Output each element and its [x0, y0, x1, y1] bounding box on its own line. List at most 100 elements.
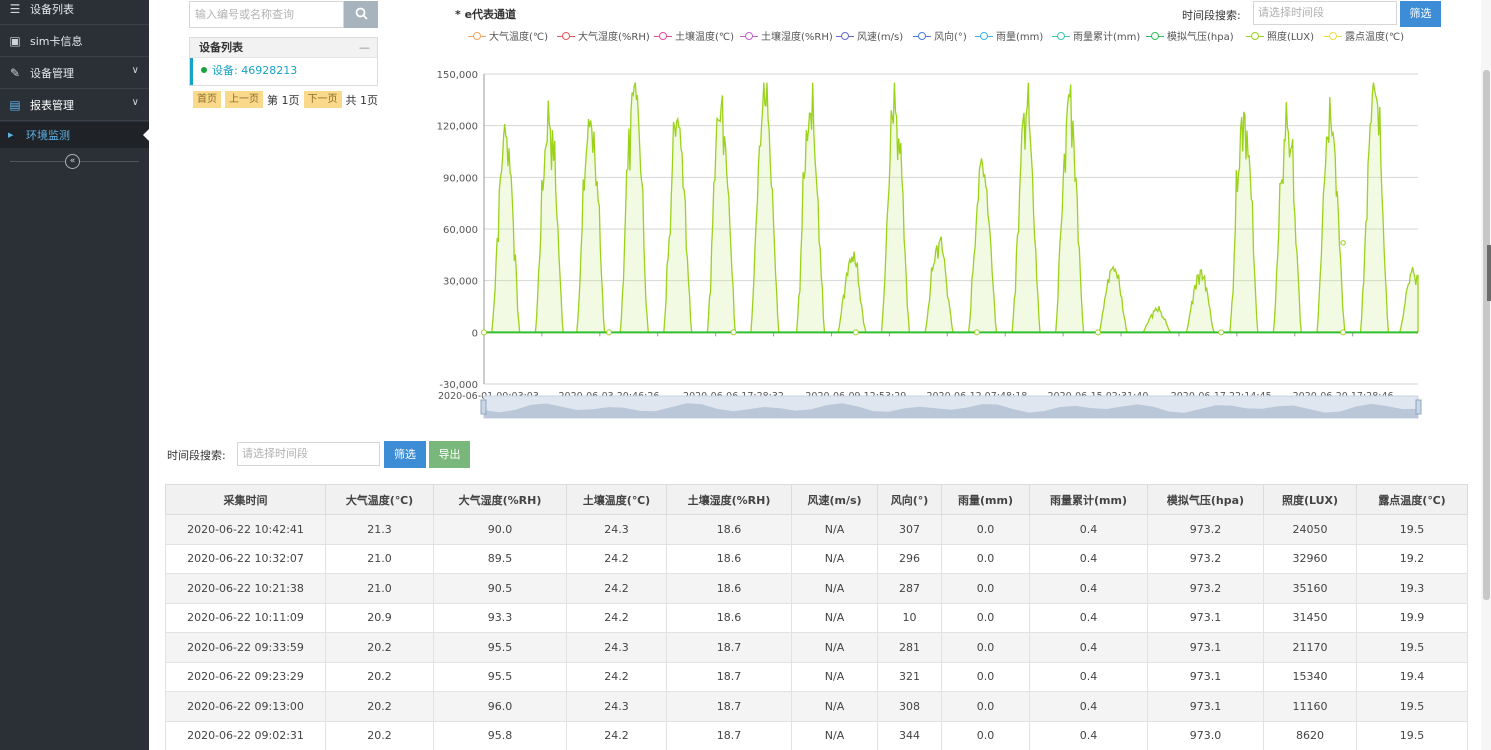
table-cell: 18.6 — [666, 573, 792, 604]
table-cell: 24.2 — [566, 602, 667, 633]
y-tick-label: 120,000 — [437, 122, 478, 133]
zoom-handle-right[interactable] — [1415, 399, 1422, 415]
table-time-label: 时间段搜索: — [167, 449, 226, 462]
table-row: 2020-06-22 09:33:59 20.2 95.5 24.3 18.7 N/A 28… — [165, 632, 1468, 663]
table-cell: 21.3 — [325, 514, 434, 545]
table-cell: 0.0 — [941, 602, 1030, 633]
table-cell: 24.3 — [566, 691, 667, 722]
search-icon — [355, 7, 368, 20]
table-cell: 2020-06-22 10:42:41 — [165, 514, 326, 545]
table-cell: N/A — [791, 691, 878, 722]
page-scrollbar[interactable] — [1481, 0, 1491, 750]
legend-marker-icon — [836, 31, 854, 41]
table-cell: 20.2 — [325, 661, 434, 692]
sidebar-item-report-management[interactable]: ▤ 报表管理 ∨ — [0, 89, 149, 121]
minimize-icon[interactable]: — — [359, 38, 370, 58]
zoom-handle-left[interactable] — [480, 399, 487, 415]
sidebar-item-device-list[interactable]: ☰ 设备列表 — [0, 0, 149, 25]
chart-time-range-input[interactable]: 请选择时间段 — [1253, 1, 1397, 25]
search-button[interactable] — [344, 1, 378, 28]
table-cell: 18.7 — [666, 632, 792, 663]
data-point-marker — [1340, 240, 1346, 246]
legend-item[interactable]: 大气温度(℃) — [468, 28, 548, 43]
table-cell: 2020-06-22 09:33:59 — [165, 632, 326, 663]
legend-item[interactable]: 雨量(mm) — [975, 28, 1043, 43]
table-cell: 321 — [877, 661, 942, 692]
table-cell: N/A — [791, 543, 878, 574]
data-table: 采集时间 大气温度(℃) 大气湿度(%RH) 土壤温度(℃) 土壤湿度(%RH) 风速(m… — [165, 484, 1468, 750]
column-header: 土壤湿度(%RH) — [666, 484, 792, 515]
device-search-input[interactable]: 输入编号或名称查询 — [189, 1, 344, 28]
next-page-button[interactable]: 下一页 — [303, 91, 342, 108]
sidebar-item-device-management[interactable]: ✎ 设备管理 ∨ — [0, 57, 149, 89]
y-tick-label: -30,000 — [439, 380, 478, 391]
legend-label: 风速(m/s) — [857, 32, 904, 43]
y-tick-label: 90,000 — [443, 173, 478, 184]
table-cell: 18.6 — [666, 602, 792, 633]
device-item[interactable]: 设备: 46928213 — [190, 58, 377, 85]
table-cell: 19.2 — [1356, 543, 1468, 574]
data-point-marker — [1340, 329, 1347, 336]
legend-item[interactable]: 模拟气压(hpa) — [1146, 28, 1234, 43]
save-icon: ▣ — [9, 33, 21, 48]
table-cell: 21.0 — [325, 573, 434, 604]
sidebar-item-label: sim卡信息 — [30, 34, 83, 48]
legend-label: 照度(LUX) — [1267, 32, 1315, 43]
chart-filter-button[interactable]: 筛选 — [1400, 1, 1441, 27]
table-cell: N/A — [791, 602, 878, 633]
table-cell: 0.0 — [941, 691, 1030, 722]
device-list-title: 设备列表 — [199, 41, 243, 54]
first-page-button[interactable]: 首页 — [193, 91, 221, 108]
current-page: 第 1页 — [267, 93, 300, 107]
table-cell: 287 — [877, 573, 942, 604]
table-cell: 18.7 — [666, 691, 792, 722]
table-cell: 0.4 — [1029, 602, 1148, 633]
legend-item[interactable]: 照度(LUX) — [1246, 28, 1315, 43]
table-cell: 31450 — [1263, 602, 1357, 633]
prev-page-button[interactable]: 上一页 — [225, 91, 263, 108]
table-cell: 19.9 — [1356, 602, 1468, 633]
collapse-sidebar-button[interactable]: « — [65, 154, 80, 169]
table-cell: 10 — [877, 602, 942, 633]
table-cell: 20.2 — [325, 691, 434, 722]
chevron-down-icon: ∨ — [131, 65, 139, 76]
table-cell: 24.3 — [566, 632, 667, 663]
column-header: 模拟气压(hpa) — [1147, 484, 1264, 515]
legend-label: 模拟气压(hpa) — [1167, 32, 1234, 43]
legend-item[interactable]: 露点温度(℃) — [1324, 28, 1405, 43]
table-cell: 19.5 — [1356, 691, 1468, 722]
sidebar-item-label: 报表管理 — [30, 98, 74, 112]
table-cell: N/A — [791, 661, 878, 692]
legend-item[interactable]: 土壤湿度(%RH) — [740, 28, 833, 43]
sidebar-item-sim-info[interactable]: ▣ sim卡信息 — [0, 25, 149, 57]
column-header: 照度(LUX) — [1263, 484, 1357, 515]
table-cell: 24.2 — [566, 543, 667, 574]
legend-item[interactable]: 大气湿度(%RH) — [557, 28, 650, 43]
table-cell: 973.2 — [1147, 573, 1264, 604]
column-header: 风速(m/s) — [791, 484, 878, 515]
scrollbar-thumb[interactable] — [1483, 70, 1490, 600]
table-cell: 32960 — [1263, 543, 1357, 574]
legend-marker-icon — [468, 31, 486, 41]
column-header: 雨量(mm) — [941, 484, 1030, 515]
table-cell: 0.0 — [941, 514, 1030, 545]
table-time-range-input[interactable]: 请选择时间段 — [237, 442, 380, 466]
legend-item[interactable]: 雨量累计(mm) — [1052, 28, 1140, 43]
legend-item[interactable]: 风向(°) — [913, 28, 967, 43]
table-cell: 973.1 — [1147, 602, 1264, 633]
legend-label: 露点温度(℃) — [1345, 32, 1405, 43]
table-cell: 973.1 — [1147, 661, 1264, 692]
legend-item[interactable]: 风速(m/s) — [836, 28, 904, 43]
table-filter-button[interactable]: 筛选 — [384, 441, 426, 468]
legend-item[interactable]: 土壤温度(℃) — [654, 28, 734, 43]
export-button[interactable]: 导出 — [429, 441, 470, 468]
y-tick-label: 150,000 — [437, 70, 478, 81]
column-header: 大气湿度(%RH) — [433, 484, 567, 515]
table-cell: 35160 — [1263, 573, 1357, 604]
data-point-marker — [1218, 329, 1225, 336]
sidebar-subitem-env-monitor[interactable]: ▶ 环境监测 — [0, 122, 149, 148]
table-cell: 0.0 — [941, 632, 1030, 663]
table-cell: 2020-06-22 10:32:07 — [165, 543, 326, 574]
device-list-header: 设备列表 — — [190, 38, 377, 58]
legend-marker-icon — [913, 31, 931, 41]
